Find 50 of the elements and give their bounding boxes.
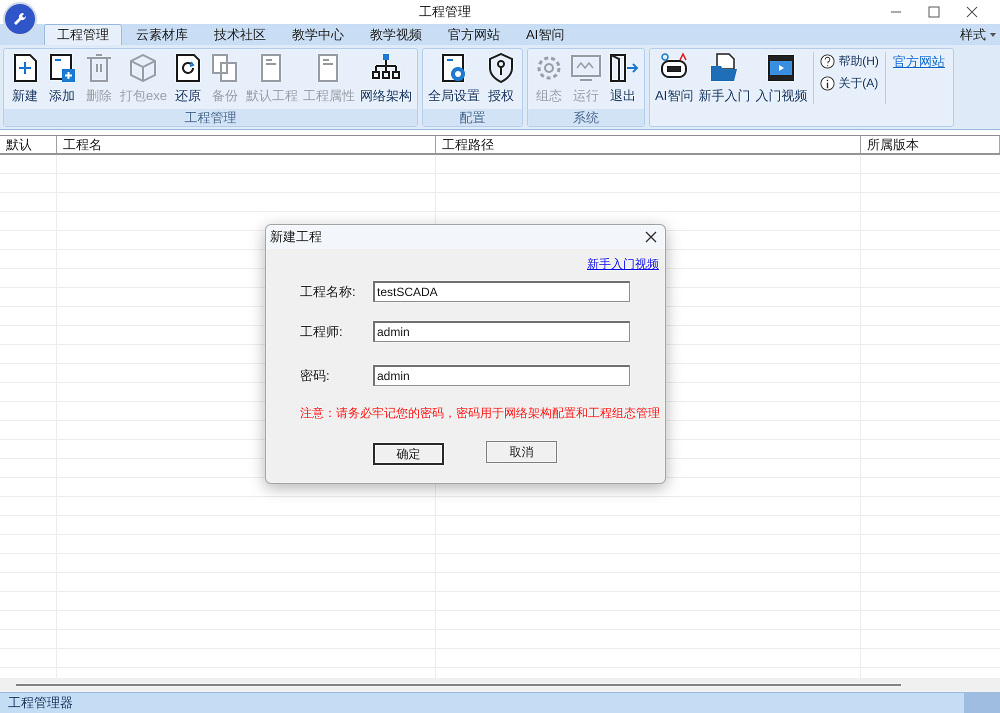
caret-icon <box>990 32 996 37</box>
dialog-button[interactable]: 确定 <box>373 442 444 464</box>
info-icon <box>820 76 836 90</box>
group-label: 配置 <box>422 109 522 126</box>
ribbon-button[interactable]: 网络架构 <box>358 52 413 106</box>
group-label: 系统 <box>528 109 644 126</box>
close-icon[interactable] <box>645 231 657 243</box>
horizontal-scrollbar[interactable] <box>0 678 1000 692</box>
ribbon-tab[interactable]: 技术社区 <box>202 24 278 45</box>
app-logo-icon[interactable] <box>3 2 37 36</box>
field-label: 密码: <box>300 366 331 385</box>
ribbon-tab[interactable]: 官方网站 <box>436 24 512 45</box>
ribbon-button[interactable]: 新建 <box>8 52 42 106</box>
ribbon-button[interactable]: AI智问 <box>654 52 694 106</box>
window-title: 工程管理 <box>419 3 471 22</box>
column-header[interactable]: 所属版本 <box>861 136 1000 153</box>
ribbon-tab[interactable]: 云素材库 <box>124 24 200 45</box>
warning-text: 注意：请务必牢记您的密码，密码用于网络架构配置和工程组态管理 <box>300 406 660 420</box>
close-icon[interactable] <box>966 6 978 18</box>
field-label: 工程师: <box>300 322 344 341</box>
ribbon-button[interactable]: 添加 <box>45 52 79 106</box>
ribbon-button[interactable]: 退出 <box>606 52 640 106</box>
status-text: 工程管理器 <box>7 694 74 712</box>
ribbon-button[interactable]: 还原 <box>170 52 205 106</box>
ribbon-small-button[interactable]: 关于(A) <box>820 74 879 92</box>
style-menu[interactable]: 样式 <box>960 25 996 44</box>
column-header[interactable]: 默认 <box>0 136 57 153</box>
group-label: 工程管理 <box>4 109 417 126</box>
input-field[interactable]: testSCADA <box>373 281 630 302</box>
column-header[interactable]: 工程名 <box>57 136 436 153</box>
input-field[interactable]: admin <box>373 321 630 342</box>
ribbon-tab[interactable]: AI智问 <box>514 24 576 45</box>
website-link[interactable]: 官方网站 <box>892 52 945 72</box>
ribbon-small-button[interactable]: 帮助(H) <box>820 52 879 70</box>
ribbon-button[interactable]: 全局设置 <box>426 52 481 106</box>
ribbon-tab[interactable]: 工程管理 <box>44 24 122 45</box>
dialog-title: 新建工程 <box>270 228 322 246</box>
tutorial-video-link[interactable]: 新手入门视频 <box>587 255 659 273</box>
help-icon <box>820 54 836 68</box>
maximize-icon[interactable] <box>928 6 940 18</box>
ribbon-button[interactable]: 入门视频 <box>754 52 808 106</box>
input-field[interactable]: admin <box>373 365 630 386</box>
ribbon-tab[interactable]: 教学中心 <box>280 24 356 45</box>
field-label: 工程名称: <box>300 282 357 301</box>
dialog-button[interactable]: 取消 <box>486 440 557 462</box>
ribbon-tab[interactable]: 教学视频 <box>358 24 434 45</box>
ribbon-button[interactable]: 新手入门 <box>697 52 752 106</box>
ribbon-button[interactable]: 授权 <box>484 52 518 106</box>
column-header[interactable]: 工程路径 <box>436 136 861 153</box>
monitor-icon <box>570 52 602 84</box>
